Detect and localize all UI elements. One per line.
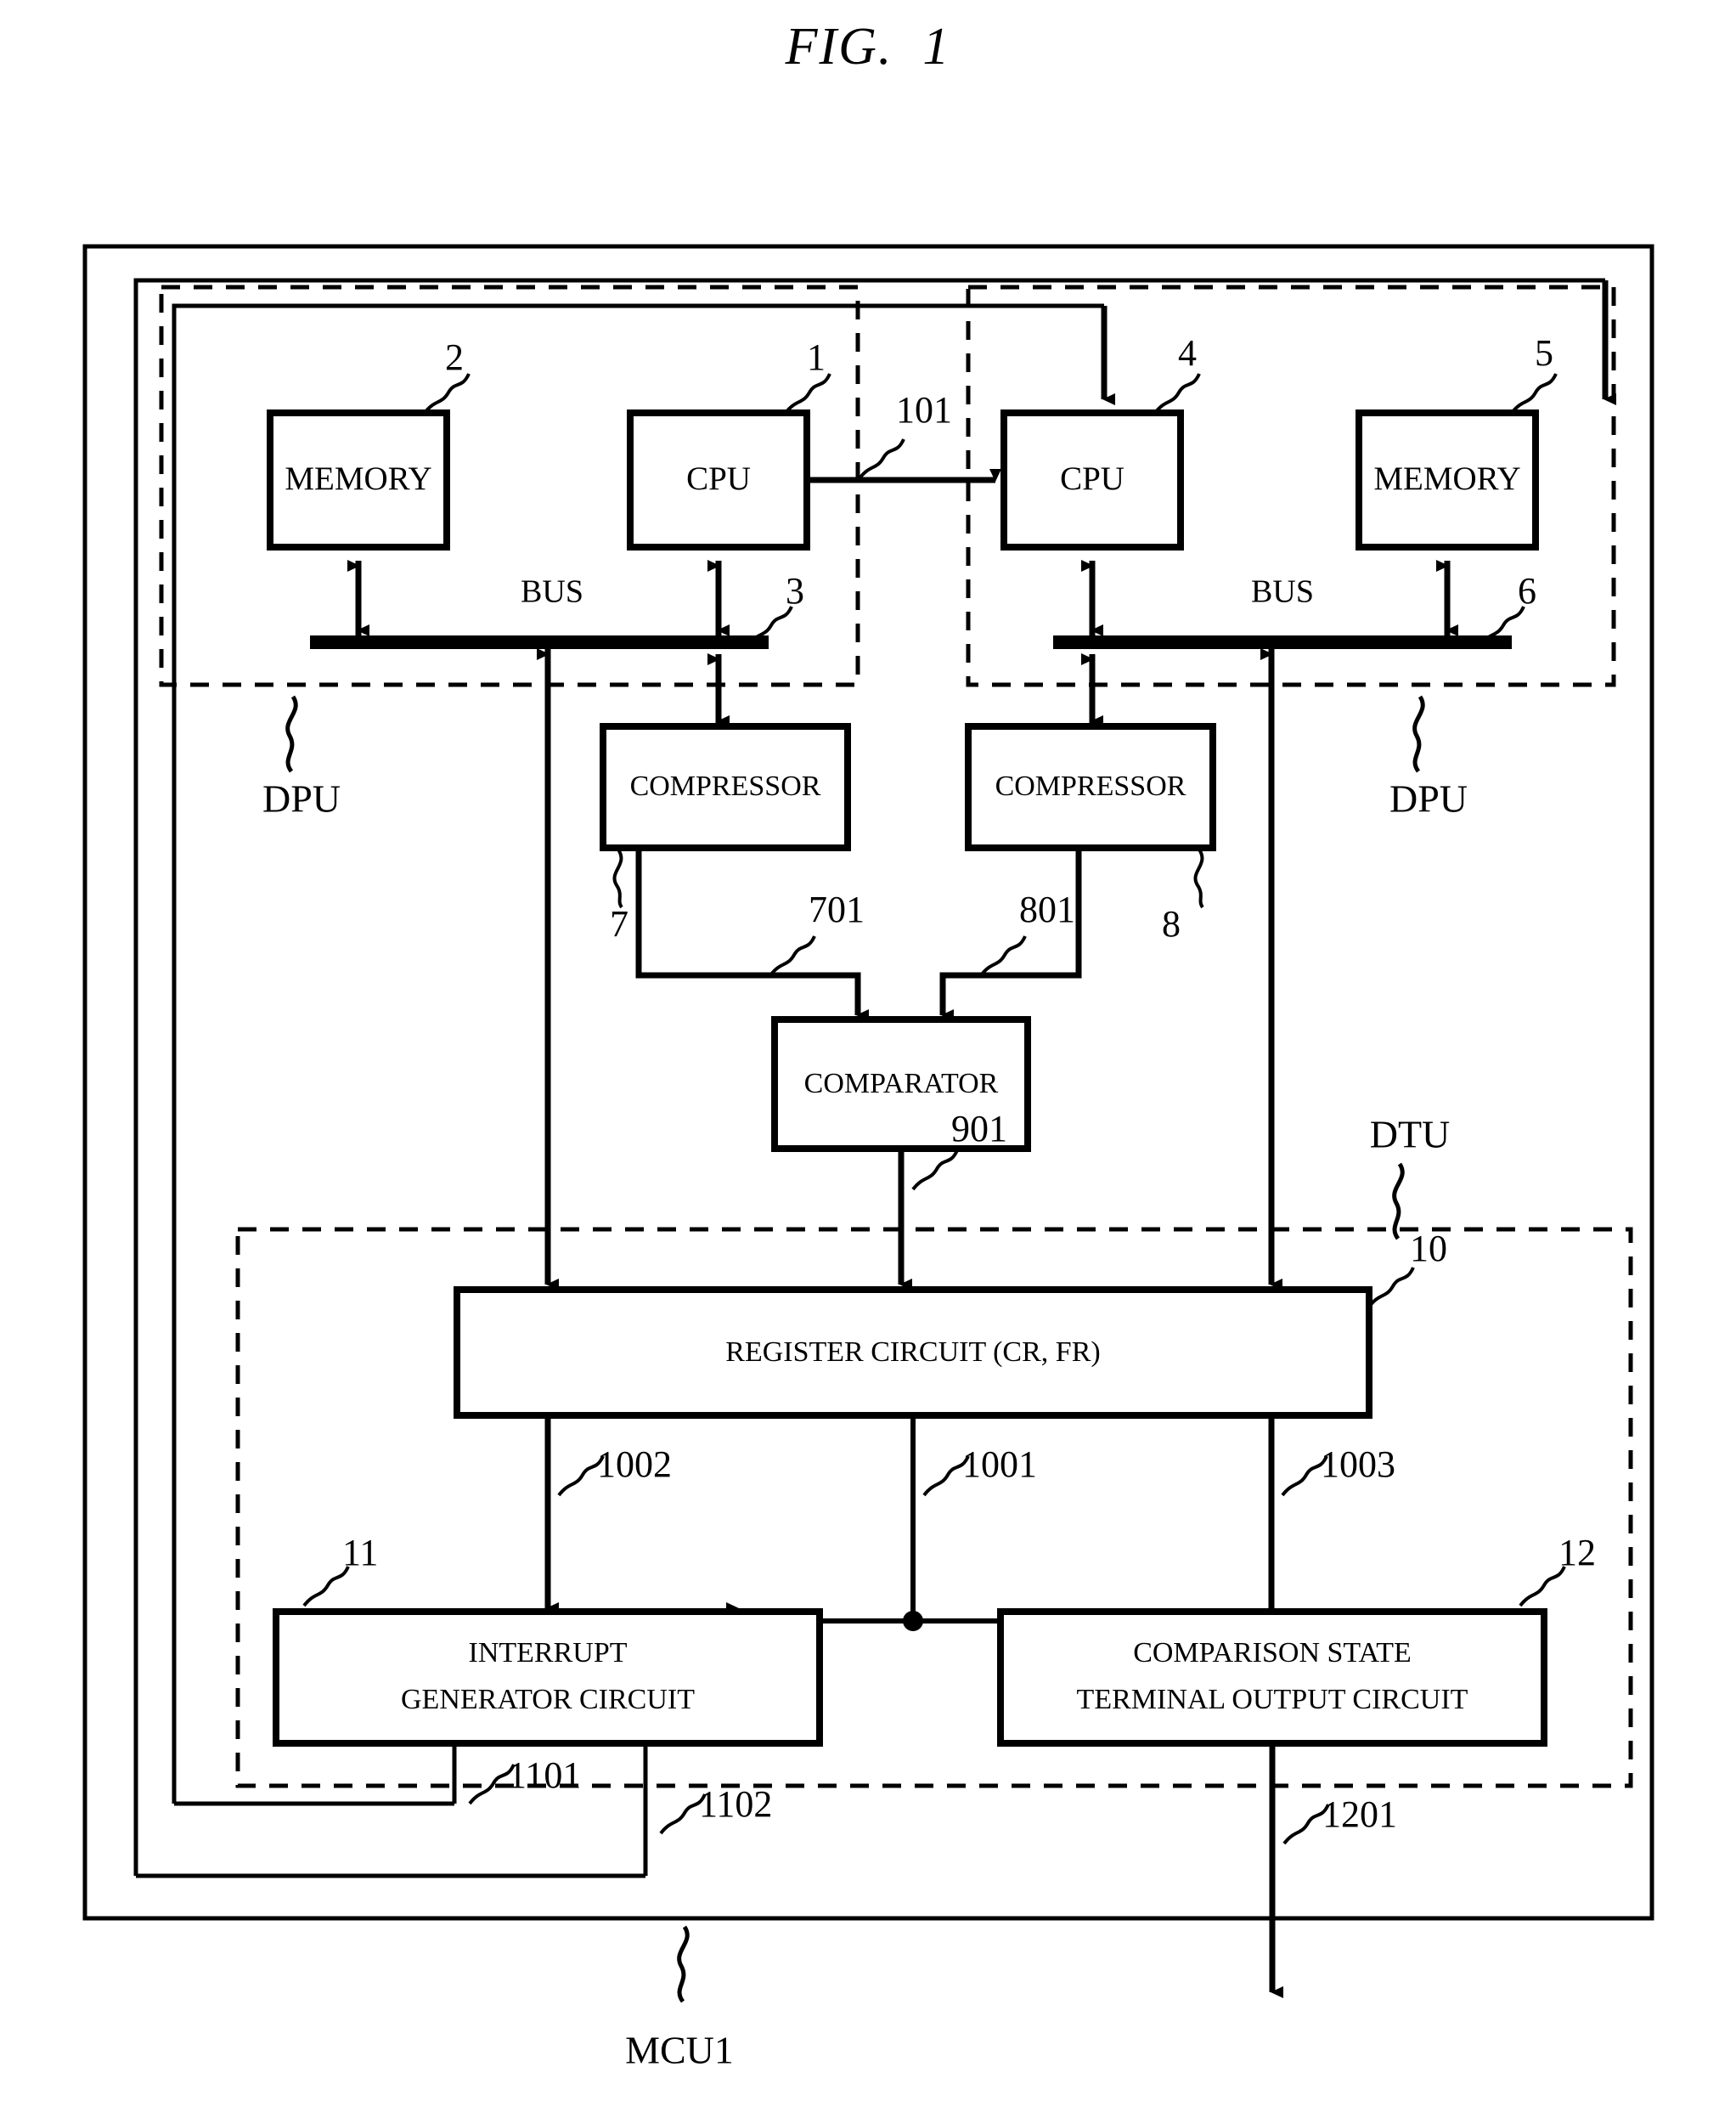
ref-num-signal-901: 901 <box>951 1108 1007 1149</box>
ref-num-register-circuit: 10 <box>1410 1228 1447 1269</box>
ref-num-comparison-state: 12 <box>1558 1532 1596 1573</box>
ref-num-signal-1001: 1001 <box>962 1443 1037 1485</box>
ref-num-signal-101: 101 <box>896 389 952 431</box>
ref-num-signal-1101: 1101 <box>508 1754 581 1796</box>
leader-squiggle-dpu-right <box>1412 695 1425 773</box>
block-diagram-canvas: MEMORY 2 CPU 1 CPU 4 MEMORY 5 101 BUS 3 <box>82 244 1654 2072</box>
ref-num-signal-1002: 1002 <box>597 1443 672 1485</box>
ref-num-memory-right: 5 <box>1535 332 1553 374</box>
signal-801-path <box>939 848 1082 1021</box>
ref-num-signal-1003: 1003 <box>1321 1443 1395 1485</box>
leader-squiggle-10 <box>1367 1267 1415 1308</box>
leader-squiggle-dpu-left <box>285 695 298 773</box>
ref-num-memory-left: 2 <box>445 336 464 378</box>
cpu-right-label: CPU <box>1060 460 1124 497</box>
ref-num-interrupt-generator: 11 <box>342 1532 378 1573</box>
leader-squiggle-3 <box>746 606 793 647</box>
compressor-left-label: COMPRESSOR <box>630 771 821 802</box>
bus-left-bar <box>310 635 769 649</box>
leader-squiggle-8 <box>1193 848 1204 909</box>
patent-figure-root: FIG. 1 MEMORY 2 CPU 1 CPU 4 MEMORY 5 101… <box>0 0 1736 2112</box>
leader-squiggle-701 <box>769 935 816 977</box>
ref-num-bus-right: 6 <box>1518 570 1536 612</box>
bus-right-bar <box>1053 635 1512 649</box>
leader-squiggle-7 <box>612 848 623 909</box>
leader-squiggle-2 <box>423 373 471 415</box>
dtu-label: DTU <box>1370 1113 1451 1156</box>
ref-num-signal-1102: 1102 <box>699 1783 772 1825</box>
ref-num-signal-801: 801 <box>1019 889 1075 930</box>
dpu-right-label: DPU <box>1389 777 1468 821</box>
ref-num-signal-1201: 1201 <box>1322 1793 1397 1835</box>
interrupt-generator-label-line2: GENERATOR CIRCUIT <box>401 1684 695 1715</box>
comparator-label: COMPARATOR <box>804 1068 999 1099</box>
leader-squiggle-101 <box>858 438 905 480</box>
register-circuit-label: REGISTER CIRCUIT (CR, FR) <box>725 1336 1100 1368</box>
compressor-right-label: COMPRESSOR <box>995 771 1186 802</box>
memory-right-label: MEMORY <box>1373 460 1520 497</box>
memory-left-label: MEMORY <box>285 460 431 497</box>
leader-squiggle-901 <box>911 1149 959 1191</box>
leader-squiggle-801 <box>979 935 1027 977</box>
ref-num-cpu-left: 1 <box>807 336 826 378</box>
bus-right-label: BUS <box>1251 574 1314 610</box>
signal-701-path <box>635 848 869 1021</box>
dpu-left-label: DPU <box>262 777 341 821</box>
comparison-state-label-line2: TERMINAL OUTPUT CIRCUIT <box>1077 1684 1468 1715</box>
ref-num-bus-left: 3 <box>786 570 804 612</box>
ref-num-signal-701: 701 <box>809 889 865 930</box>
comparison-state-label-line1: COMPARISON STATE <box>1133 1637 1412 1669</box>
leader-squiggle-5 <box>1510 373 1558 415</box>
cpu-left-label: CPU <box>686 460 751 497</box>
ref-num-cpu-right: 4 <box>1178 332 1197 374</box>
comparison-state-block <box>997 1608 1547 1747</box>
ref-num-compressor-right: 8 <box>1162 903 1181 945</box>
bus-left-label: BUS <box>521 574 583 610</box>
mcu-label: MCU1 <box>625 2029 734 2072</box>
ref-num-compressor-left: 7 <box>610 903 628 945</box>
leader-squiggle-mcu <box>677 1925 690 2003</box>
interrupt-generator-block <box>273 1608 823 1747</box>
leader-squiggle-4 <box>1153 373 1201 415</box>
leader-squiggle-1 <box>784 373 831 415</box>
interrupt-generator-label-line1: INTERRUPT <box>469 1637 628 1669</box>
